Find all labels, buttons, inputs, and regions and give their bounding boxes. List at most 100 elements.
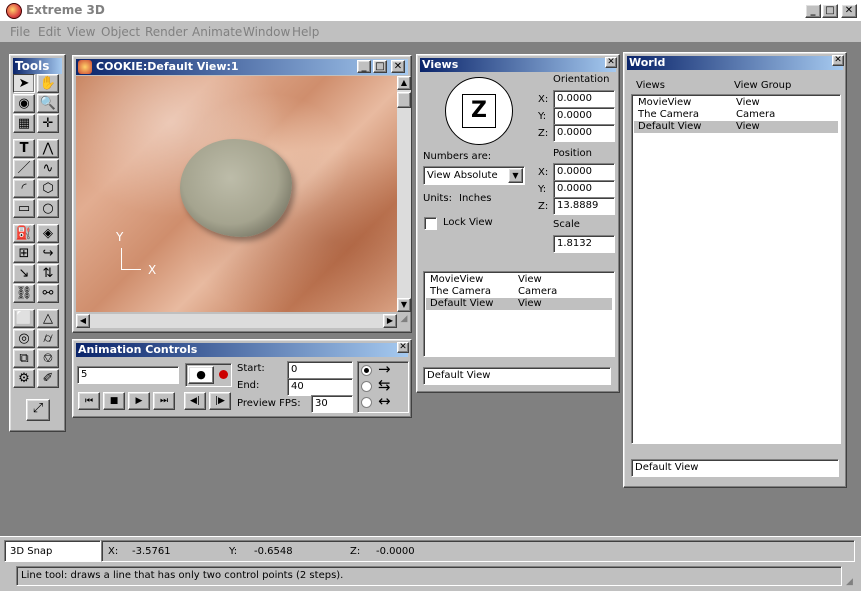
unlink-tool-icon[interactable]: ⚯ bbox=[37, 284, 59, 303]
minimize-button[interactable]: _ bbox=[805, 4, 821, 18]
window-resize-grip-icon[interactable]: ◢ bbox=[846, 577, 858, 589]
sweep-tool-icon[interactable]: ⚙ bbox=[13, 369, 35, 388]
numbers-select[interactable]: View Absolute ▼ bbox=[423, 166, 525, 185]
menu-window[interactable]: Window bbox=[243, 25, 290, 39]
bend-tool-icon[interactable]: ↪ bbox=[37, 244, 59, 263]
x-axis-label: X bbox=[148, 263, 157, 277]
scale-tool-icon[interactable]: ⇅ bbox=[37, 264, 59, 283]
step-back-button[interactable]: ◀| bbox=[184, 392, 206, 410]
list-item[interactable]: The Camera Camera bbox=[426, 286, 612, 298]
rectangle-tool-icon[interactable]: ▭ bbox=[13, 199, 35, 218]
orientation-y-input[interactable]: 0.0000 bbox=[553, 107, 615, 125]
position-y-input[interactable]: 0.0000 bbox=[553, 180, 615, 198]
resize-grip-icon[interactable]: ◢ bbox=[397, 314, 411, 328]
hand-tool-icon[interactable]: ✋ bbox=[37, 74, 59, 93]
end-input[interactable]: 40 bbox=[287, 378, 353, 396]
viewport-canvas[interactable]: Y X bbox=[76, 76, 397, 312]
scale-input[interactable]: 1.8132 bbox=[553, 235, 615, 253]
rewind-button[interactable]: ⏮ bbox=[78, 392, 100, 410]
curve-tool-icon[interactable]: ∿ bbox=[37, 159, 59, 178]
menu-animate[interactable]: Animate bbox=[192, 25, 242, 39]
list-item[interactable]: MovieView View bbox=[426, 274, 612, 286]
pointer-move-tool-icon[interactable]: ↘ bbox=[13, 264, 35, 283]
polygon-tool-icon[interactable]: ⬡ bbox=[37, 179, 59, 198]
lathe-tool-icon[interactable]: ⎊ bbox=[37, 349, 59, 368]
position-x-input[interactable]: 0.0000 bbox=[553, 163, 615, 181]
play-button[interactable]: ▶ bbox=[128, 392, 150, 410]
extrude-tool-icon[interactable]: ⧉ bbox=[13, 349, 35, 368]
vertical-scrollbar[interactable]: ▲ ▼ bbox=[397, 76, 411, 312]
align-tool-icon[interactable]: ⊞ bbox=[13, 244, 35, 263]
orientation-dial[interactable]: Z bbox=[445, 77, 513, 145]
horizontal-scrollbar[interactable]: ◀ ▶ bbox=[76, 314, 397, 328]
loop-pingpong-arrow-icon: ↔ bbox=[378, 392, 391, 410]
cookie-object[interactable] bbox=[180, 139, 292, 237]
views-list[interactable]: MovieView View The Camera Camera Default V… bbox=[423, 271, 615, 357]
position-z-input[interactable]: 13.8889 bbox=[553, 197, 615, 215]
fit-view-tool-icon[interactable]: ⤢ bbox=[26, 399, 50, 421]
rotate-tool-icon[interactable]: ◉ bbox=[13, 94, 35, 113]
stop-button[interactable]: ■ bbox=[103, 392, 125, 410]
scroll-left-icon[interactable]: ◀ bbox=[76, 314, 90, 328]
line-tool-icon[interactable]: ／ bbox=[13, 159, 35, 178]
views-name-field[interactable]: Default View bbox=[423, 367, 611, 385]
cylinder-tool-icon[interactable]: ⌭ bbox=[37, 329, 59, 348]
loop-pingpong-radio[interactable] bbox=[361, 397, 372, 408]
scroll-up-icon[interactable]: ▲ bbox=[397, 76, 411, 90]
text-tool-icon[interactable]: T bbox=[13, 139, 35, 158]
chevron-down-icon[interactable]: ▼ bbox=[508, 168, 523, 183]
menu-help[interactable]: Help bbox=[292, 25, 319, 39]
world-close-button[interactable]: ✕ bbox=[832, 55, 844, 66]
menu-view[interactable]: View bbox=[67, 25, 95, 39]
lock-view-checkbox[interactable] bbox=[424, 217, 437, 230]
menu-edit[interactable]: Edit bbox=[38, 25, 61, 39]
skin-tool-icon[interactable]: ✐ bbox=[37, 369, 59, 388]
arrow-tool-icon[interactable]: ➤ bbox=[13, 74, 35, 93]
start-input[interactable]: 0 bbox=[287, 361, 353, 379]
scroll-right-icon[interactable]: ▶ bbox=[383, 314, 397, 328]
list-item[interactable]: MovieView View bbox=[634, 97, 838, 109]
loop-once-radio[interactable] bbox=[361, 365, 372, 376]
loop-repeat-radio[interactable] bbox=[361, 381, 372, 392]
view-close-button[interactable]: ✕ bbox=[391, 60, 405, 73]
vertical-scroll-thumb[interactable] bbox=[397, 92, 411, 108]
link-tool-icon[interactable]: ⛓ bbox=[13, 284, 35, 303]
arc-tool-icon[interactable]: ◜ bbox=[13, 179, 35, 198]
record-indicator-icon bbox=[219, 370, 228, 379]
fast-forward-button[interactable]: ⏭ bbox=[153, 392, 175, 410]
material-tool-icon[interactable]: ◈ bbox=[37, 224, 59, 243]
view-minimize-button[interactable]: _ bbox=[357, 60, 371, 73]
snap-field[interactable]: 3D Snap bbox=[4, 540, 101, 562]
polyline-tool-icon[interactable]: ⋀ bbox=[37, 139, 59, 158]
cube-tool-icon[interactable]: ⬜ bbox=[13, 309, 35, 328]
orientation-x-input[interactable]: 0.0000 bbox=[553, 90, 615, 108]
frame-input[interactable]: 5 bbox=[77, 366, 179, 384]
paint-bucket-tool-icon[interactable]: ⛽ bbox=[13, 224, 35, 243]
torus-tool-icon[interactable]: ◎ bbox=[13, 329, 35, 348]
crosshair-tool-icon[interactable]: ✛ bbox=[37, 114, 59, 133]
orientation-z-input[interactable]: 0.0000 bbox=[553, 124, 615, 142]
fps-input[interactable]: 30 bbox=[311, 395, 353, 413]
app-title: Extreme 3D bbox=[26, 3, 105, 17]
cone-tool-icon[interactable]: △ bbox=[37, 309, 59, 328]
list-item[interactable]: The Camera Camera bbox=[634, 109, 838, 121]
circle-tool-icon[interactable]: ○ bbox=[37, 199, 59, 218]
animation-close-button[interactable]: ✕ bbox=[397, 342, 409, 353]
maximize-button[interactable]: □ bbox=[822, 4, 838, 18]
views-close-button[interactable]: ✕ bbox=[605, 57, 617, 68]
world-name-field[interactable]: Default View bbox=[631, 459, 839, 477]
record-button[interactable]: ● bbox=[188, 366, 214, 384]
zoom-tool-icon[interactable]: 🔍 bbox=[37, 94, 59, 113]
list-item-selected[interactable]: Default View View bbox=[634, 121, 838, 133]
world-list[interactable]: MovieView View The Camera Camera Default V… bbox=[631, 94, 841, 444]
units-value: Inches bbox=[459, 193, 492, 204]
close-button[interactable]: ✕ bbox=[841, 4, 857, 18]
menu-file[interactable]: File bbox=[10, 25, 30, 39]
menu-object[interactable]: Object bbox=[101, 25, 140, 39]
scroll-down-icon[interactable]: ▼ bbox=[397, 298, 411, 312]
list-item-selected[interactable]: Default View View bbox=[426, 298, 612, 310]
view-maximize-button[interactable]: □ bbox=[373, 60, 387, 73]
step-forward-button[interactable]: |▶ bbox=[209, 392, 231, 410]
menu-render[interactable]: Render bbox=[145, 25, 188, 39]
grid-tool-icon[interactable]: ▦ bbox=[13, 114, 35, 133]
